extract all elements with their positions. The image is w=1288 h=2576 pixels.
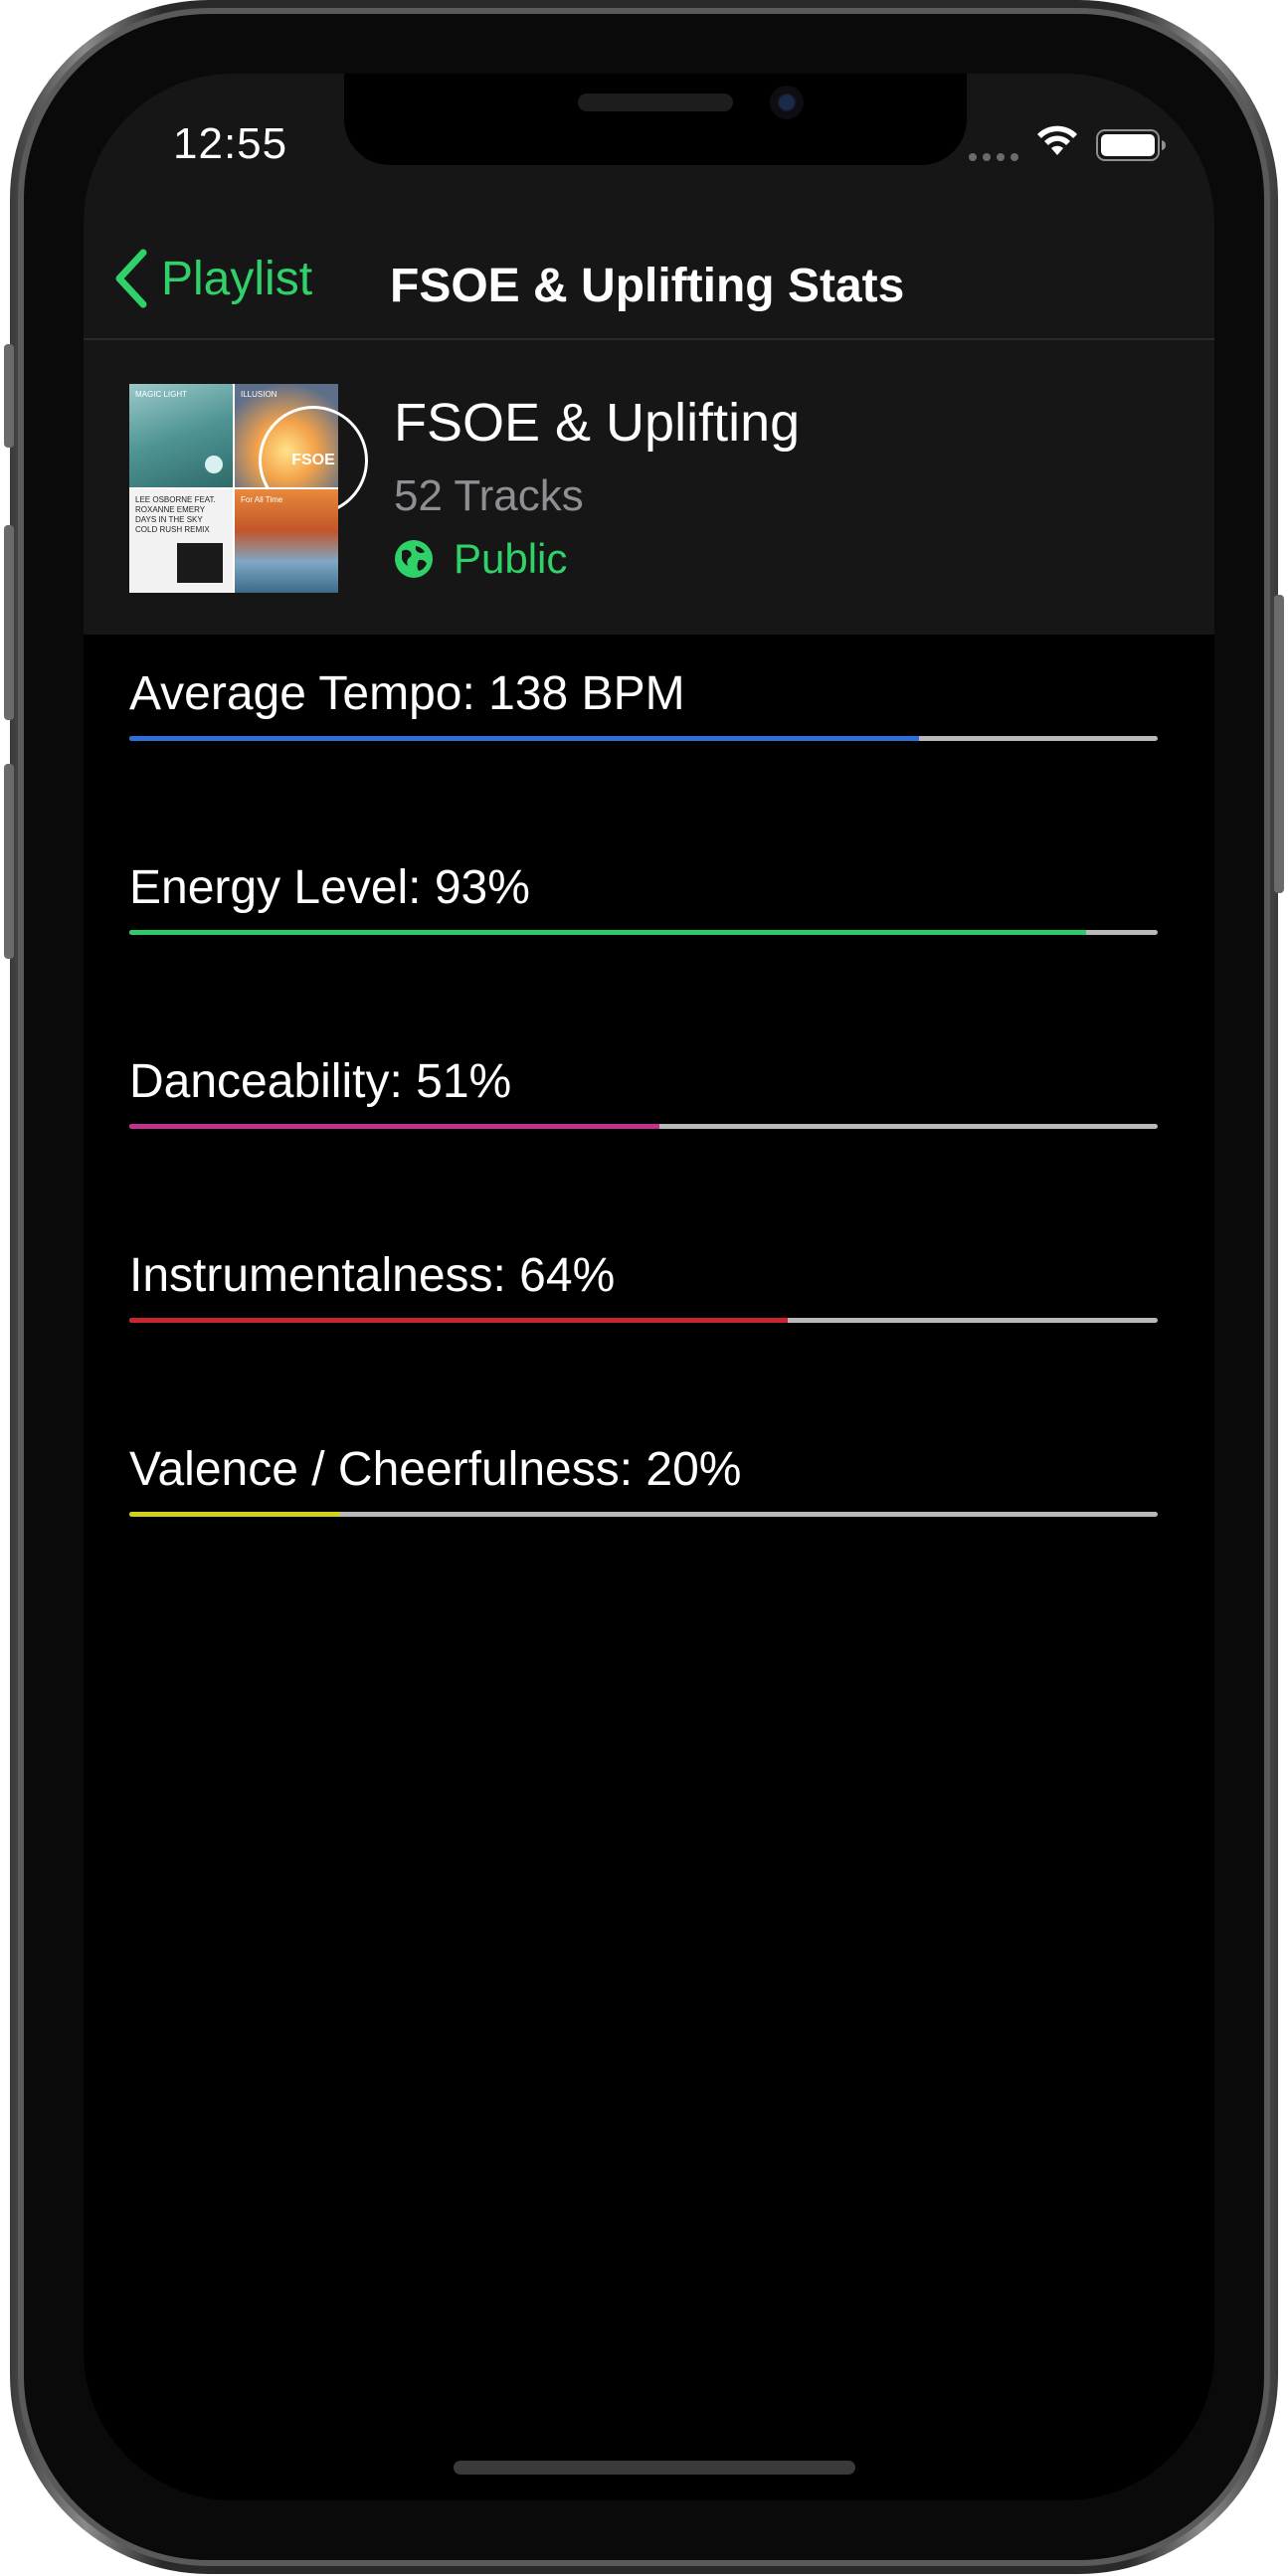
stat-bar-fill	[129, 1512, 340, 1517]
stat-bar-track	[129, 736, 1158, 741]
globe-icon	[395, 540, 433, 578]
stat-bar-fill	[129, 736, 920, 741]
artwork-tile: LEE OSBORNE FEAT. ROXANNE EMERY DAYS IN …	[129, 489, 233, 593]
stat-bar-fill	[129, 930, 1086, 935]
playlist-name: FSOE & Uplifting	[394, 393, 801, 453]
visibility-label: Public	[454, 535, 568, 582]
notch	[344, 74, 967, 165]
stat-bar-track	[129, 930, 1158, 935]
stat-bar-fill	[129, 1124, 659, 1129]
playlist-artwork: MAGIC LIGHT ILLUSION FSOE LEE OSBORNE FE…	[129, 384, 368, 593]
artwork-caption: ILLUSION	[241, 390, 277, 399]
screen: 12:55 Playlist FSOE & Uplifting Stats MA…	[84, 74, 1214, 2500]
power-button	[1274, 595, 1284, 893]
back-button[interactable]: Playlist	[113, 243, 312, 314]
speaker-grille	[578, 93, 733, 111]
monster-logo-icon	[177, 543, 223, 583]
chevron-left-icon	[115, 249, 147, 308]
playlist-header: MAGIC LIGHT ILLUSION FSOE LEE OSBORNE FE…	[84, 340, 1214, 635]
stat-instrumentalness: Instrumentalness: 64%	[129, 1248, 1158, 1442]
track-count: 52 Tracks	[394, 471, 584, 520]
battery-icon	[1096, 129, 1166, 161]
volume-up-button	[4, 525, 14, 720]
volume-down-button	[4, 764, 14, 959]
artwork-caption: LEE OSBORNE FEAT. ROXANNE EMERY DAYS IN …	[135, 495, 216, 534]
stat-bar-fill	[129, 1318, 788, 1323]
stat-bar-track	[129, 1124, 1158, 1129]
artwork-tile: For All Time	[235, 489, 338, 593]
artwork-caption: For All Time	[241, 495, 283, 504]
status-time: 12:55	[173, 119, 288, 168]
stat-label: Danceability: 51%	[129, 1055, 512, 1108]
front-camera	[770, 86, 804, 119]
mute-switch	[4, 344, 14, 448]
stat-bar-track	[129, 1512, 1158, 1517]
artwork-caption: MAGIC LIGHT	[135, 390, 188, 399]
home-indicator[interactable]	[454, 2461, 855, 2475]
stat-bar-track	[129, 1318, 1158, 1323]
phone-frame: 12:55 Playlist FSOE & Uplifting Stats MA…	[4, 0, 1284, 2574]
stat-label: Valence / Cheerfulness: 20%	[129, 1443, 742, 1496]
stat-label: Instrumentalness: 64%	[129, 1249, 616, 1302]
cellular-signal-icon	[969, 153, 1018, 161]
stat-label: Energy Level: 93%	[129, 861, 530, 914]
stat-valence: Valence / Cheerfulness: 20%	[129, 1442, 1158, 1636]
wifi-icon	[1037, 125, 1077, 155]
navigation-bar: Playlist FSOE & Uplifting Stats	[84, 223, 1214, 340]
visibility-status: Public	[394, 535, 567, 583]
page-title: FSOE & Uplifting Stats	[390, 260, 905, 312]
artwork-tile: ILLUSION FSOE	[235, 384, 368, 515]
stat-label: Average Tempo: 138 BPM	[129, 667, 685, 720]
status-bar: 12:55	[84, 74, 1214, 223]
stat-average-tempo: Average Tempo: 138 BPM	[129, 666, 1158, 860]
back-button-label: Playlist	[161, 252, 313, 305]
stats-list: Average Tempo: 138 BPM Energy Level: 93%…	[129, 666, 1158, 1636]
artwork-decoration	[205, 456, 223, 473]
artwork-tile: MAGIC LIGHT	[129, 384, 233, 487]
stat-energy-level: Energy Level: 93%	[129, 860, 1158, 1054]
stat-danceability: Danceability: 51%	[129, 1054, 1158, 1248]
